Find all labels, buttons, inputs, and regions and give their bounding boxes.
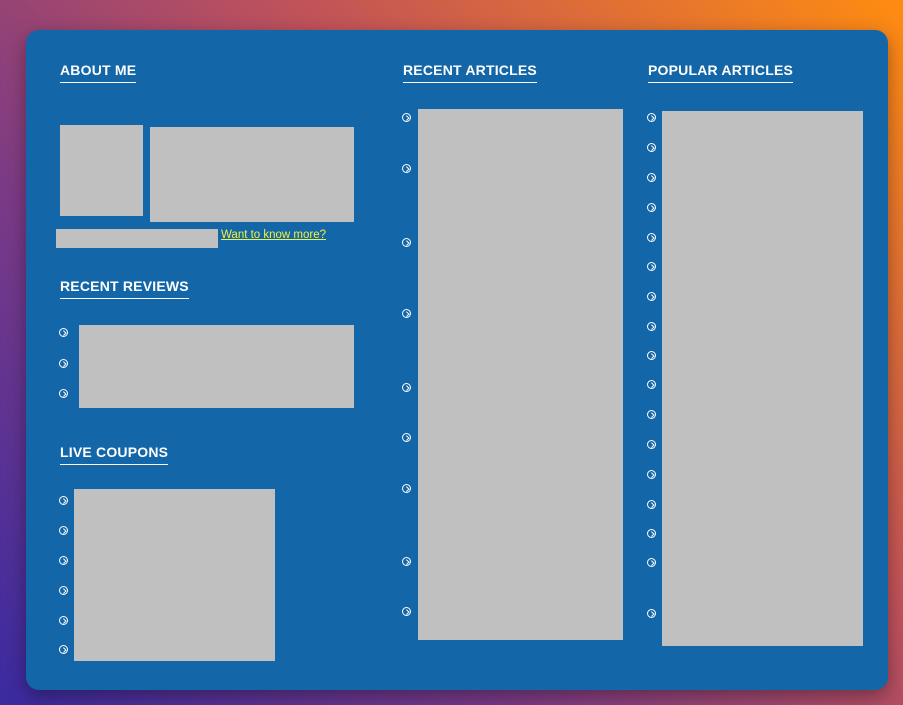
chevron-circle-right-icon [402,433,411,442]
widget-panel: ABOUT ME Want to know more? RECENT REVIE… [26,30,888,690]
chevron-circle-right-icon [647,380,656,389]
live-coupons-heading: LIVE COUPONS [60,444,169,465]
chevron-circle-right-icon [59,645,68,654]
chevron-circle-right-icon [647,233,656,242]
chevron-circle-right-icon [402,309,411,318]
popular-articles-list-redacted [662,111,863,646]
chevron-circle-right-icon [647,470,656,479]
live-coupons-list-redacted [74,489,275,661]
chevron-circle-right-icon [647,322,656,331]
chevron-circle-right-icon [59,389,68,398]
recent-articles-heading: RECENT ARTICLES [403,62,537,83]
chevron-circle-right-icon [647,143,656,152]
recent-reviews-heading: RECENT REVIEWS [60,278,189,299]
chevron-circle-right-icon [647,410,656,419]
popular-articles-heading: POPULAR ARTICLES [648,62,794,83]
chevron-circle-right-icon [647,529,656,538]
chevron-circle-right-icon [647,292,656,301]
chevron-circle-right-icon [647,262,656,271]
chevron-circle-right-icon [402,607,411,616]
chevron-circle-right-icon [647,173,656,182]
about-me-text-redacted [150,127,354,222]
chevron-circle-right-icon [647,500,656,509]
chevron-circle-right-icon [59,359,68,368]
chevron-circle-right-icon [402,164,411,173]
chevron-circle-right-icon [647,113,656,122]
about-me-heading: ABOUT ME [60,62,137,83]
about-me-line-redacted [56,229,218,248]
chevron-circle-right-icon [647,440,656,449]
chevron-circle-right-icon [59,496,68,505]
chevron-circle-right-icon [647,203,656,212]
chevron-circle-right-icon [647,558,656,567]
chevron-circle-right-icon [59,526,68,535]
chevron-circle-right-icon [402,557,411,566]
chevron-circle-right-icon [402,484,411,493]
chevron-circle-right-icon [647,609,656,618]
chevron-circle-right-icon [59,586,68,595]
want-to-know-more-link[interactable]: Want to know more? [221,229,326,241]
chevron-circle-right-icon [402,238,411,247]
chevron-circle-right-icon [402,383,411,392]
chevron-circle-right-icon [59,328,68,337]
chevron-circle-right-icon [59,616,68,625]
chevron-circle-right-icon [647,351,656,360]
recent-reviews-list-redacted [79,325,354,408]
chevron-circle-right-icon [59,556,68,565]
recent-articles-list-redacted [418,109,623,640]
chevron-circle-right-icon [402,113,411,122]
about-me-photo-redacted [60,125,143,216]
